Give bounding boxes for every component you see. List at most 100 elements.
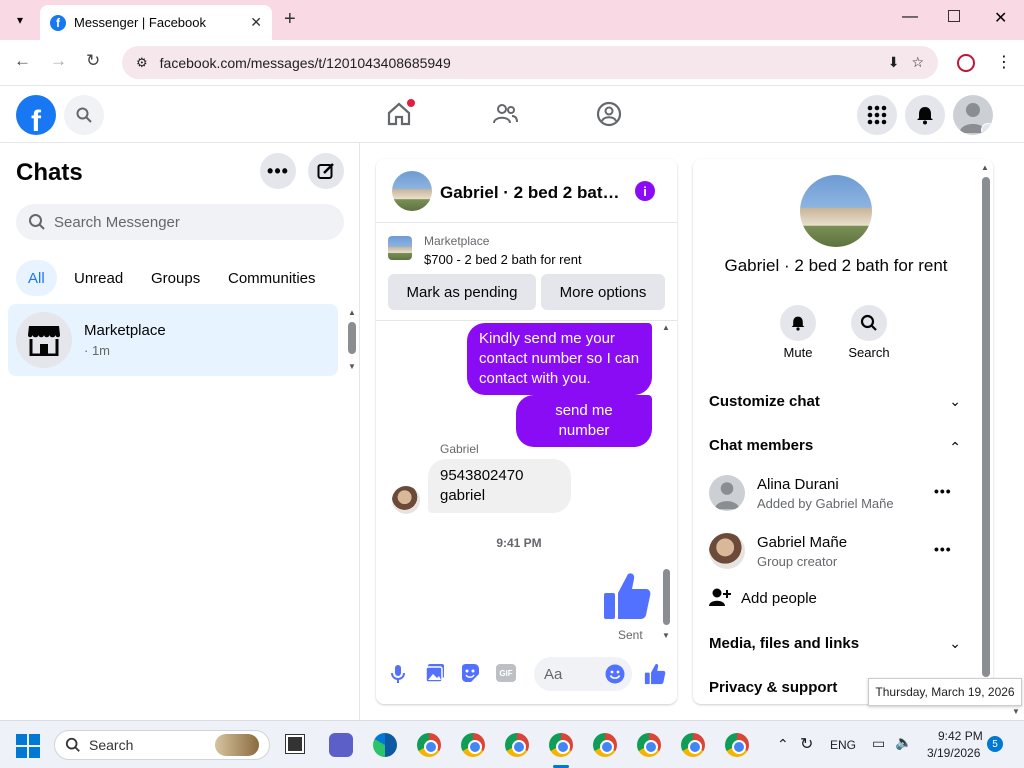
member-avatar[interactable]	[709, 533, 745, 569]
taskbar-search[interactable]: Search	[54, 730, 270, 760]
address-bar[interactable]: ⚙ facebook.com/messages/t/12010434086859…	[122, 46, 938, 79]
chat-photo[interactable]	[800, 175, 872, 247]
clock-date[interactable]: 3/19/2026	[927, 746, 980, 760]
notification-badge[interactable]: 5	[987, 736, 1003, 752]
chrome-profile-icon[interactable]	[461, 733, 485, 757]
filter-unread[interactable]: Unread	[62, 260, 135, 296]
conversation-scrollbar[interactable]: ▲ ▼	[662, 323, 672, 643]
chrome-profile-icon[interactable]	[725, 733, 749, 757]
listing-title: $700 - 2 bed 2 bath for rent	[424, 252, 582, 267]
outgoing-message[interactable]: Kindly send me your contact number so I …	[467, 323, 652, 395]
tab-list-dropdown[interactable]: ▾	[8, 8, 32, 32]
chat-name: Marketplace	[84, 322, 166, 339]
home-nav-button[interactable]	[386, 99, 415, 132]
chat-list-item[interactable]: Marketplace · 1m	[8, 304, 338, 376]
facebook-logo-icon[interactable]: f	[16, 95, 56, 135]
photo-icon[interactable]	[425, 663, 445, 683]
volume-icon[interactable]: 🔈	[895, 734, 912, 751]
info-button[interactable]: i	[635, 181, 655, 201]
network-icon[interactable]: ▭	[872, 735, 885, 752]
maximize-button[interactable]	[948, 10, 960, 22]
gif-button[interactable]: GIF	[496, 664, 516, 682]
sticker-icon[interactable]	[460, 663, 480, 683]
edge-icon[interactable]	[373, 733, 397, 757]
chevron-down-icon[interactable]: ⌄	[949, 635, 961, 652]
close-window-button[interactable]: ✕	[994, 8, 1007, 28]
show-hidden-icons[interactable]: ⌃	[777, 736, 789, 753]
browser-tab[interactable]: f Messenger | Facebook ✕	[40, 5, 272, 40]
member-name[interactable]: Gabriel Mañe	[757, 534, 847, 551]
search-icon	[76, 107, 92, 123]
mute-button[interactable]	[780, 305, 816, 341]
more-options-button[interactable]: More options	[541, 274, 665, 310]
conversation-avatar[interactable]	[392, 171, 432, 211]
message-composer: GIF Aa	[376, 649, 677, 699]
member-name[interactable]: Alina Durani	[757, 476, 839, 493]
chat-members-row[interactable]: Chat members	[709, 437, 813, 454]
message-status: Sent	[618, 628, 643, 642]
account-avatar-button[interactable]: ⌄	[953, 95, 993, 135]
page-scroll-down-arrow[interactable]: ▼	[1012, 707, 1020, 716]
privacy-support-row[interactable]: Privacy & support	[709, 679, 837, 696]
filter-communities[interactable]: Communities	[216, 260, 328, 296]
grid-icon	[867, 105, 887, 125]
clock-time[interactable]: 9:42 PM	[938, 729, 983, 743]
search-conversation-button[interactable]	[851, 305, 887, 341]
notifications-button[interactable]	[905, 95, 945, 135]
like-sticker[interactable]	[602, 571, 652, 626]
search-messenger-input[interactable]: Search Messenger	[16, 204, 344, 240]
member-options-icon[interactable]: •••	[934, 483, 952, 499]
chrome-profile-icon[interactable]	[593, 733, 617, 757]
minimize-button[interactable]: —	[902, 8, 918, 26]
media-files-links-row[interactable]: Media, files and links	[709, 635, 859, 652]
send-like-icon[interactable]	[644, 663, 666, 685]
menu-grid-button[interactable]	[857, 95, 897, 135]
close-tab-icon[interactable]: ✕	[250, 14, 262, 31]
member-options-icon[interactable]: •••	[934, 541, 952, 557]
message-timestamp: 9:41 PM	[496, 536, 542, 550]
language-indicator[interactable]: ENG	[830, 738, 856, 752]
filter-groups[interactable]: Groups	[139, 260, 212, 296]
install-app-icon[interactable]: ⬇	[888, 54, 900, 71]
chrome-profile-icon[interactable]	[681, 733, 705, 757]
bookmark-star-icon[interactable]: ☆	[911, 54, 924, 71]
windows-logo-icon	[16, 734, 40, 758]
task-view-icon[interactable]	[285, 734, 305, 754]
chrome-icon[interactable]	[417, 733, 441, 757]
member-avatar[interactable]	[709, 475, 745, 511]
new-tab-button[interactable]: +	[284, 8, 296, 31]
search-highlight-icon	[215, 734, 259, 756]
mark-as-pending-button[interactable]: Mark as pending	[388, 274, 536, 310]
teams-icon[interactable]	[329, 733, 353, 757]
sync-icon[interactable]: ↻	[800, 734, 813, 754]
search-label: Search	[848, 345, 890, 360]
forward-icon[interactable]: →	[50, 51, 67, 71]
conversation-title[interactable]: Gabriel · 2 bed 2 bat…	[440, 183, 620, 203]
options-button[interactable]: •••	[260, 153, 296, 189]
chrome-profile-icon[interactable]	[637, 733, 661, 757]
details-scrollbar[interactable]: ▲	[981, 163, 991, 703]
chrome-profile-icon[interactable]	[505, 733, 529, 757]
search-facebook-button[interactable]	[64, 95, 104, 135]
reload-icon[interactable]: ↻	[86, 51, 100, 71]
start-button[interactable]	[16, 734, 40, 758]
bell-icon	[791, 316, 805, 331]
incoming-message[interactable]: 9543802470 gabriel	[428, 459, 571, 513]
chevron-down-icon[interactable]: ⌄	[949, 393, 961, 410]
microphone-icon[interactable]	[390, 664, 406, 684]
friends-nav-button[interactable]	[492, 101, 518, 132]
add-people-row[interactable]: Add people	[709, 587, 969, 611]
outgoing-message[interactable]: send me number	[516, 395, 652, 447]
browser-menu-icon[interactable]: ⋮	[996, 52, 1012, 72]
back-icon[interactable]: ←	[14, 51, 31, 71]
emoji-icon[interactable]	[605, 664, 625, 684]
sidebar-scrollbar[interactable]: ▲ ▼	[347, 308, 357, 371]
profile-icon[interactable]	[957, 54, 975, 72]
new-message-button[interactable]	[308, 153, 344, 189]
customize-chat-row[interactable]: Customize chat	[709, 393, 820, 410]
filter-all[interactable]: All	[16, 260, 57, 296]
site-settings-icon[interactable]: ⚙	[136, 55, 148, 71]
chevron-up-icon[interactable]: ⌃	[949, 439, 961, 456]
chrome-profile-active-icon[interactable]	[549, 733, 573, 757]
groups-nav-button[interactable]	[596, 101, 622, 132]
